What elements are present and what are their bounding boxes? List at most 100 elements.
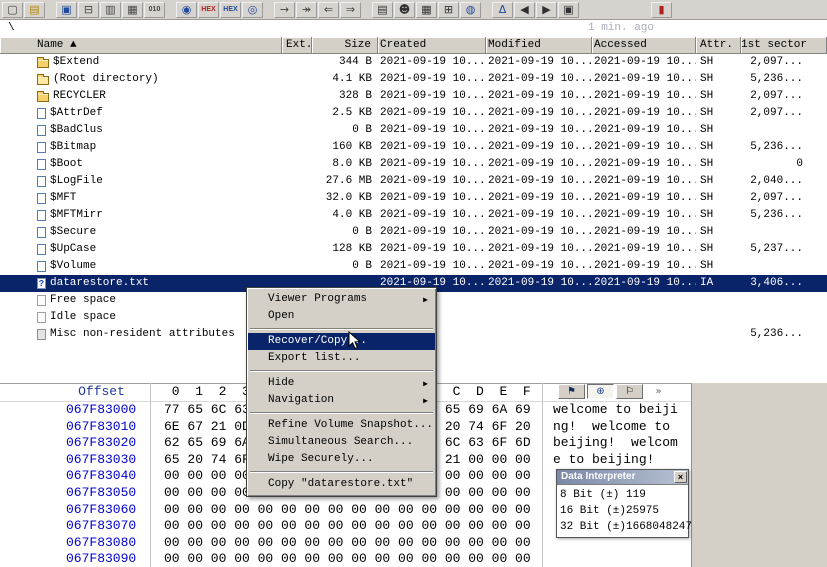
find-hex-button[interactable]: HEX [198, 1, 219, 18]
menu-item-copy-filename[interactable]: Copy "datarestore.txt" [248, 476, 435, 493]
file-name: Idle space [50, 311, 117, 323]
paste-button[interactable]: ▥ [100, 1, 121, 18]
goto-offset-button[interactable]: → [274, 1, 295, 18]
table-row[interactable]: $Secure 0 B 2021-09-19 10... 2021-09-19 … [0, 224, 827, 241]
path-bar: \ 1 min. ago [0, 20, 827, 37]
flag-outline-button[interactable]: ⚐ [616, 384, 643, 399]
file-name: $Bitmap [50, 141, 97, 153]
file-name: (Root directory) [53, 73, 159, 85]
hex-bytes[interactable]: 00 00 00 00 00 00 00 00 00 00 00 00 00 0… [164, 502, 534, 519]
table-row[interactable]: $Extend 344 B 2021-09-19 10... 2021-09-1… [0, 54, 827, 71]
goto-end-button[interactable]: ↠ [296, 1, 317, 18]
back-button[interactable]: ⇐ [318, 1, 339, 18]
users-button[interactable]: ☻ [394, 1, 415, 18]
cell-ext [282, 156, 312, 173]
zoom-in-button[interactable]: ⊕ [587, 384, 614, 399]
print-button[interactable]: ▤ [372, 1, 393, 18]
copy-button[interactable]: ⊟ [78, 1, 99, 18]
column-header-accessed[interactable]: Accessed [592, 37, 696, 54]
next-button[interactable]: ▶ [536, 1, 557, 18]
file-name: $LogFile [50, 175, 103, 187]
column-header-created[interactable]: Created [378, 37, 486, 54]
table-row[interactable]: $BadClus 0 B 2021-09-19 10... 2021-09-19… [0, 122, 827, 139]
hex-text-preview[interactable]: e to beijing! [553, 452, 681, 469]
cell-name: $Extend [0, 54, 282, 71]
column-header-attr[interactable]: Attr. [696, 37, 741, 54]
scales-button[interactable]: Δ [492, 1, 513, 18]
column-header-ext[interactable]: Ext. [282, 37, 312, 54]
hex-divider [542, 383, 543, 567]
context-menu: Viewer Programs ▶ Open Recover/Copy... E… [246, 287, 437, 497]
new-file-button[interactable]: ▢ [2, 1, 23, 18]
forward-button[interactable]: ⇒ [340, 1, 361, 18]
table-row[interactable]: (Root directory) 4.1 KB 2021-09-19 10...… [0, 71, 827, 88]
table-row[interactable]: $MFT 32.0 KB 2021-09-19 10... 2021-09-19… [0, 190, 827, 207]
menu-item-export-list[interactable]: Export list... [248, 350, 435, 367]
hex-text-preview[interactable]: ng! welcome to [553, 419, 681, 436]
calculator-button[interactable]: ⊞ [438, 1, 459, 18]
table-row[interactable]: $AttrDef 2.5 KB 2021-09-19 10... 2021-09… [0, 105, 827, 122]
camera-button[interactable]: ▣ [558, 1, 579, 18]
cell-attr: SH [700, 124, 714, 136]
table-row[interactable]: RECYCLER 328 B 2021-09-19 10... 2021-09-… [0, 88, 827, 105]
bookmark-flag-button[interactable]: ⚑ [558, 384, 585, 399]
cell-1st-sector: 5,236... [750, 209, 803, 221]
column-header-name[interactable]: Name ▲ [0, 37, 282, 54]
cell-name: (Root directory) [0, 71, 282, 88]
paste-into-new-button[interactable]: ▦ [122, 1, 143, 18]
table-row[interactable]: $Bitmap 160 KB 2021-09-19 10... 2021-09-… [0, 139, 827, 156]
replace-hex-button[interactable]: HEX [220, 1, 241, 18]
table-row[interactable]: $Boot 8.0 KB 2021-09-19 10... 2021-09-19… [0, 156, 827, 173]
table-row[interactable]: $UpCase 128 KB 2021-09-19 10... 2021-09-… [0, 241, 827, 258]
idle-space-icon [37, 312, 46, 323]
table-row[interactable]: $MFTMirr 4.0 KB 2021-09-19 10... 2021-09… [0, 207, 827, 224]
file-name: Free space [50, 294, 117, 306]
close-icon[interactable]: × [674, 471, 687, 483]
data-interpreter-titlebar[interactable]: Data Interpreter × [557, 470, 688, 484]
help-book-button[interactable]: ▮ [651, 1, 672, 18]
cell-name: $Bitmap [0, 139, 282, 156]
column-header-modified[interactable]: Modified [486, 37, 592, 54]
toolbar-gap [166, 2, 175, 18]
hex-text-preview[interactable]: beijing! welcom [553, 435, 681, 452]
hex-text-preview[interactable]: welcome to beiji [553, 402, 681, 419]
table-row[interactable]: $LogFile 27.6 MB 2021-09-19 10... 2021-0… [0, 173, 827, 190]
menu-item-hide[interactable]: Hide ▶ [248, 375, 435, 392]
save-button[interactable]: ▣ [56, 1, 77, 18]
more-options-button[interactable]: » [645, 384, 672, 399]
menu-item-recover-copy[interactable]: Recover/Copy... [248, 333, 435, 350]
cell-accessed: 2021-09-19 10... [594, 56, 696, 68]
cell-modified: 2021-09-19 10... [488, 73, 592, 85]
menu-item-viewer-programs[interactable]: Viewer Programs ▶ [248, 291, 435, 308]
hex-bytes[interactable]: 00 00 00 00 00 00 00 00 00 00 00 00 00 0… [164, 551, 534, 567]
column-header-1st-sector[interactable]: 1st sector [741, 37, 827, 54]
cell-size: 0 B [352, 226, 372, 238]
cell-modified: 2021-09-19 10... [488, 243, 592, 255]
menu-item-refine-volume-snapshot[interactable]: Refine Volume Snapshot... [248, 417, 435, 434]
binary-010-button[interactable]: 010 [144, 1, 165, 18]
menu-item-open[interactable]: Open [248, 308, 435, 325]
find-next-button[interactable]: ◎ [242, 1, 263, 18]
hex-bytes[interactable]: 00 00 00 00 00 00 00 00 00 00 00 00 00 0… [164, 518, 534, 535]
cell-1st-sector: 2,097... [750, 90, 803, 102]
cell-attr: SH [700, 260, 714, 272]
menu-item-simultaneous-search[interactable]: Simultaneous Search... [248, 434, 435, 451]
notes-button[interactable]: ▦ [416, 1, 437, 18]
menu-item-label: Viewer Programs [268, 293, 368, 305]
cell-name: $BadClus [0, 122, 282, 139]
cell-modified: 2021-09-19 10... [488, 260, 592, 272]
hex-offset: 067F83040 [66, 468, 137, 484]
open-folder-button[interactable]: ▤ [24, 1, 45, 18]
cell-1st-sector [741, 224, 827, 241]
hex-bytes[interactable]: 00 00 00 00 00 00 00 00 00 00 00 00 00 0… [164, 535, 534, 552]
menu-item-navigation[interactable]: Navigation ▶ [248, 392, 435, 409]
find-text-button[interactable]: ◉ [176, 1, 197, 18]
column-header-size[interactable]: Size [312, 37, 378, 54]
cell-accessed: 2021-09-19 10... [594, 226, 696, 238]
table-row[interactable]: $Volume 0 B 2021-09-19 10... 2021-09-19 … [0, 258, 827, 275]
menu-item-wipe-securely[interactable]: Wipe Securely... [248, 451, 435, 468]
magnifier-button[interactable]: ◍ [460, 1, 481, 18]
cell-accessed: 2021-09-19 10... [594, 192, 696, 204]
cell-accessed: 2021-09-19 10... [594, 90, 696, 102]
prev-button[interactable]: ◀ [514, 1, 535, 18]
